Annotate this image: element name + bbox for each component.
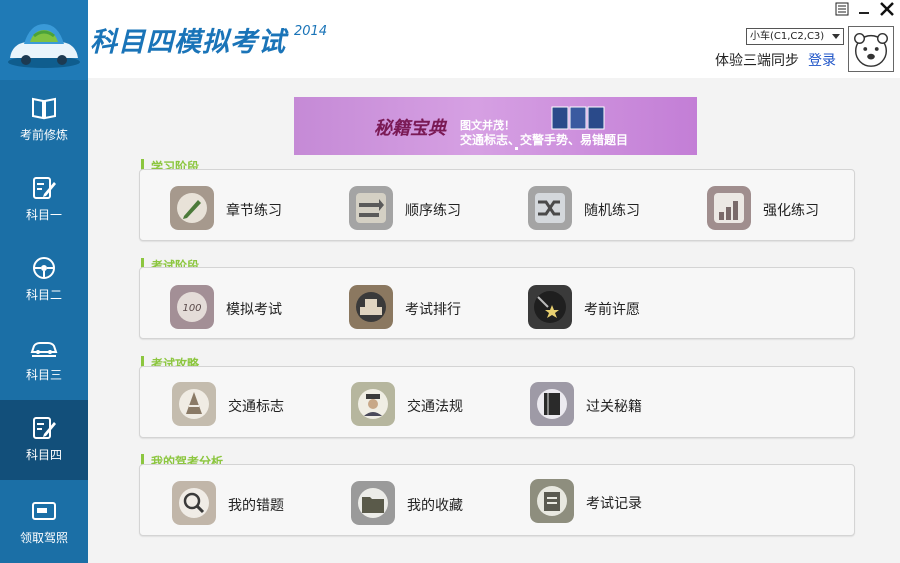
app-year: 2014	[294, 24, 328, 39]
minimize-icon[interactable]	[857, 2, 871, 16]
sidebar-item-subject-2[interactable]: 科目二	[0, 240, 88, 320]
section-exam: 100 模拟考试 考试排行 考前许愿	[139, 267, 855, 339]
sidebar-item-label: 科目一	[25, 208, 62, 222]
svg-text:100: 100	[182, 303, 201, 314]
pencil-icon	[170, 186, 214, 230]
sidebar-item-label: 科目二	[25, 288, 62, 302]
secret-book-icon	[530, 382, 574, 426]
avatar[interactable]	[848, 26, 894, 72]
sidebar: 考前修炼 科目一 科目二 科目三 科目四 领取驾照	[0, 0, 88, 563]
sync-text: 体验三端同步	[715, 53, 799, 69]
car-icon	[30, 342, 58, 357]
police-officer-icon	[351, 382, 395, 426]
license-card-icon	[32, 502, 56, 520]
app-title: 科目四模拟考试	[90, 27, 286, 58]
banner-page-indicator[interactable]	[515, 147, 518, 150]
shuffle-icon	[528, 186, 572, 230]
banner-subline: 交通标志、交警手势、易错题目	[460, 133, 629, 147]
section-guide: 交通标志 交通法规 过关秘籍	[139, 366, 855, 438]
section-analysis: 我的错题 我的收藏 考试记录	[139, 464, 855, 536]
magnifier-icon	[172, 481, 216, 525]
steering-wheel-icon	[33, 257, 55, 279]
menu-icon[interactable]	[835, 2, 849, 16]
sidebar-item-pre-exam[interactable]: 考前修炼	[0, 80, 88, 160]
arrows-icon	[349, 186, 393, 230]
promo-banner[interactable]: 秘籍宝典 图文并茂！ 交通标志、交警手势、易错题目	[294, 97, 697, 155]
sidebar-item-subject-1[interactable]: 科目一	[0, 160, 88, 240]
banner-brand: 秘籍宝典	[374, 118, 446, 139]
book-icon	[32, 97, 56, 120]
section-study: 章节练习 顺序练习 随机练习 强化练习	[139, 169, 855, 241]
sidebar-item-label: 考前修炼	[19, 128, 68, 142]
chevron-down-icon	[832, 34, 840, 39]
folder-icon	[351, 481, 395, 525]
sidebar-item-label: 科目四	[25, 448, 62, 462]
books-icon	[551, 106, 605, 130]
sidebar-item-label: 科目三	[25, 368, 62, 382]
score-100-icon: 100	[170, 285, 214, 329]
podium-icon	[349, 285, 393, 329]
close-icon[interactable]	[878, 0, 896, 18]
vehicle-type-value: 小车(C1,C2,C3)	[750, 31, 825, 42]
header: 科目四模拟考试 2014 小车(C1,C2,C3) 体验三端同步 登录	[88, 0, 900, 78]
edit-icon	[33, 177, 56, 199]
shooting-star-icon	[528, 285, 572, 329]
sidebar-item-subject-4[interactable]: 科目四	[0, 400, 88, 480]
sidebar-item-get-license[interactable]: 领取驾照	[0, 483, 88, 563]
car-logo-icon	[8, 24, 80, 68]
edit-icon	[33, 417, 56, 439]
road-cone-icon	[172, 382, 216, 426]
login-link[interactable]: 登录	[808, 50, 836, 70]
vehicle-type-select[interactable]: 小车(C1,C2,C3)	[746, 28, 844, 45]
app-logo	[0, 0, 88, 80]
sidebar-item-label: 领取驾照	[19, 531, 68, 545]
record-icon	[530, 479, 574, 523]
chart-icon	[707, 186, 751, 230]
sidebar-item-subject-3[interactable]: 科目三	[0, 320, 88, 400]
